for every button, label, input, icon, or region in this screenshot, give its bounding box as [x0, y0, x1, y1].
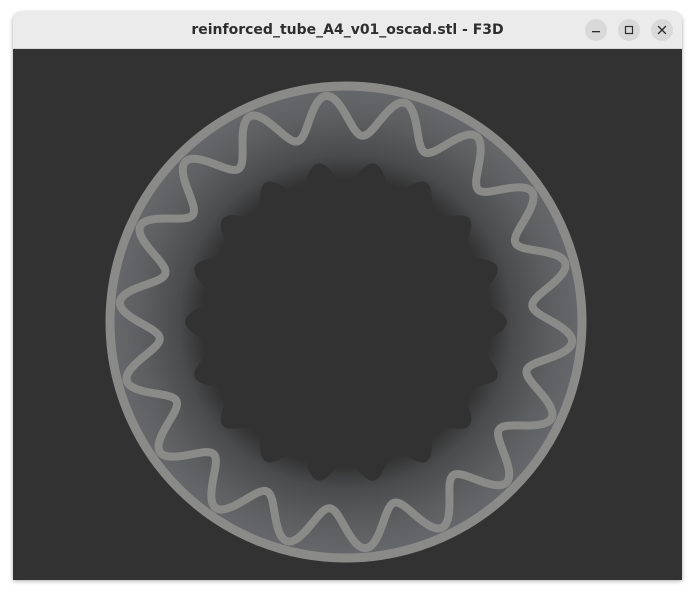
tube-model	[105, 81, 587, 563]
maximize-icon	[624, 25, 634, 35]
3d-viewport[interactable]	[13, 49, 682, 580]
window-title: reinforced_tube_A4_v01_oscad.stl - F3D	[191, 22, 504, 38]
title-bar[interactable]: reinforced_tube_A4_v01_oscad.stl - F3D	[13, 12, 682, 49]
close-button[interactable]	[651, 19, 673, 41]
maximize-button[interactable]	[618, 19, 640, 41]
close-icon	[657, 25, 667, 35]
minimize-icon	[592, 31, 600, 33]
minimize-button[interactable]	[585, 19, 607, 41]
app-window: reinforced_tube_A4_v01_oscad.stl - F3D	[13, 12, 682, 580]
